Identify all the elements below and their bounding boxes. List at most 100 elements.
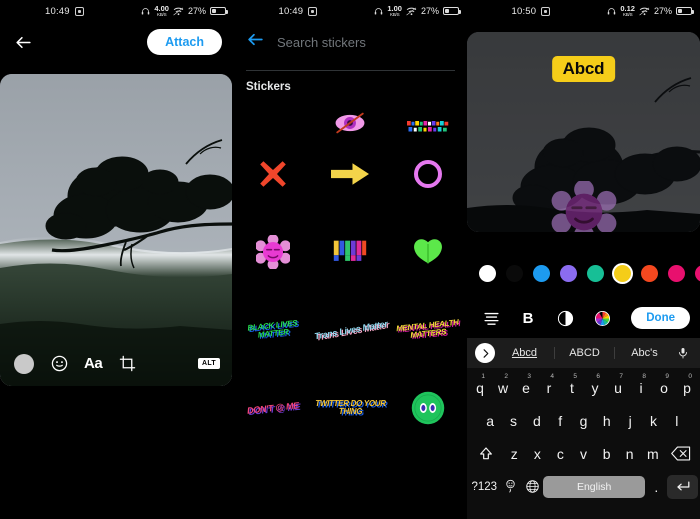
alt-badge[interactable]: ALT [198,358,220,369]
arrow-left-icon[interactable] [246,30,265,54]
mental-health-matters-sticker[interactable]: MENTAL HEALTH MATTERS [389,291,467,369]
key-t[interactable]: 5t [561,372,583,403]
chevron-right-icon[interactable] [475,343,495,363]
battery-icon [210,7,228,15]
battery-percent: 27% [187,6,206,16]
virtual-keyboard: 1q 2w 3e 4r 5t 6y 7u 8i 9o 0p a s d f g … [467,368,700,519]
key-n[interactable]: n [619,438,641,469]
text-overlay-chip[interactable]: Abcd [551,56,616,82]
contrast-circle-icon[interactable] [555,308,575,328]
attach-button[interactable]: Attach [147,29,222,55]
key-u[interactable]: 7u [607,372,629,403]
key-c[interactable]: c [549,438,571,469]
dont-at-me-sticker[interactable]: DON'T @ ME [234,369,312,447]
key-j[interactable]: j [619,405,641,436]
sticker-cell-empty[interactable] [234,99,312,135]
data-rate: 4.00 KB/S [154,4,169,17]
brush-circle-icon[interactable] [14,353,34,374]
key-p[interactable]: 0p [676,372,698,403]
shift-arrow-icon[interactable] [469,438,502,469]
text-tool-button[interactable]: Aa [84,355,103,372]
color-wheel-icon[interactable] [592,308,612,328]
pink-ring-sticker[interactable] [389,135,467,213]
color-swatch-magenta[interactable] [668,264,685,282]
arrow-left-icon[interactable] [12,31,34,53]
period-key[interactable]: . [646,471,666,502]
eye-crossed-sticker[interactable] [312,99,390,135]
bold-button[interactable]: B [518,308,538,328]
green-eyes-badge-sticker[interactable] [389,369,467,447]
red-cross-sticker[interactable] [234,135,312,213]
yellow-arrow-sticker[interactable] [312,135,390,213]
status-icons: 4.00 KB/S 27% [141,4,228,17]
status-icons: 1.00 KB/S 27% [374,5,461,17]
key-a[interactable]: a [479,405,501,436]
color-swatch-blue[interactable] [533,264,550,282]
globe-icon[interactable] [522,471,542,502]
color-swatch-white[interactable] [479,264,496,282]
enter-arrow-icon[interactable] [667,474,698,499]
color-bars-sticker[interactable] [312,213,390,291]
composer-header: Attach [0,22,234,62]
done-button[interactable]: Done [631,307,690,329]
symbols-key[interactable]: ?123 [469,471,500,502]
flower-sticker-overlay[interactable] [551,179,617,232]
suggestion-item-0[interactable]: Abcd [495,347,554,359]
black-lives-matter-sticker[interactable]: BLACK LIVES MATTER [234,291,312,369]
key-f[interactable]: f [549,405,571,436]
sticker-search-bar[interactable]: Search stickers [234,22,467,62]
wifi-icon [406,7,417,15]
key-k[interactable]: k [642,405,664,436]
section-title: Stickers [246,81,291,93]
text-align-icon[interactable] [481,308,501,328]
key-q[interactable]: 1q [469,372,491,403]
key-l[interactable]: l [666,405,688,436]
suggestion-item-1[interactable]: ABCD [555,347,614,359]
key-w[interactable]: 2w [492,372,514,403]
color-swatch-orange[interactable] [641,264,658,282]
keyboard-row-4: ?123 English . [469,470,698,503]
screenshot-indicator-icon [74,6,84,16]
sticker-grid: BLACK LIVES MATTER Trans Lives Matter ME… [234,99,467,447]
color-swatch-black[interactable] [506,264,523,282]
key-o[interactable]: 9o [653,372,675,403]
key-x[interactable]: x [526,438,548,469]
key-m[interactable]: m [642,438,664,469]
composer-screen: 10:49 4.00 KB/S 27% Attach Aa ALT [0,0,234,519]
microphone-icon[interactable] [674,346,692,360]
color-swatch-teal[interactable] [587,264,604,282]
key-e[interactable]: 3e [515,372,537,403]
key-y[interactable]: 6y [584,372,606,403]
pixel-text-sticker[interactable] [389,99,467,135]
suggestion-bar: Abcd ABCD Abc's [467,338,700,368]
key-d[interactable]: d [526,405,548,436]
photo-image [0,74,232,386]
pink-flower-face-sticker[interactable] [234,213,312,291]
emoji-comma-icon[interactable] [501,471,521,502]
crop-icon[interactable] [116,353,138,375]
search-input[interactable]: Search stickers [277,35,366,50]
green-butterfly-sticker[interactable] [389,213,467,291]
color-swatch-pink[interactable] [695,264,700,282]
smiley-icon[interactable] [48,353,70,375]
twitter-do-your-thing-sticker[interactable]: TWITTER DO YOUR THING [312,369,390,447]
key-b[interactable]: b [596,438,618,469]
photo-preview-dimmed[interactable]: Abcd [467,32,700,232]
key-g[interactable]: g [572,405,594,436]
trans-lives-matter-sticker[interactable]: Trans Lives Matter [312,291,390,369]
key-s[interactable]: s [502,405,524,436]
key-v[interactable]: v [572,438,594,469]
suggestion-item-2[interactable]: Abc's [615,347,674,359]
key-h[interactable]: h [596,405,618,436]
key-z[interactable]: z [503,438,525,469]
keyboard-row-2: a s d f g h j k l [469,404,698,437]
wifi-icon [639,7,650,15]
color-swatch-yellow[interactable] [614,264,631,282]
backspace-icon[interactable] [665,438,698,469]
color-swatch-purple[interactable] [560,264,577,282]
photo-preview[interactable]: Aa ALT [0,74,234,386]
key-r[interactable]: 4r [538,372,560,403]
key-i[interactable]: 8i [630,372,652,403]
status-time-group: 10:50 [512,6,551,17]
space-key[interactable]: English [543,475,646,498]
